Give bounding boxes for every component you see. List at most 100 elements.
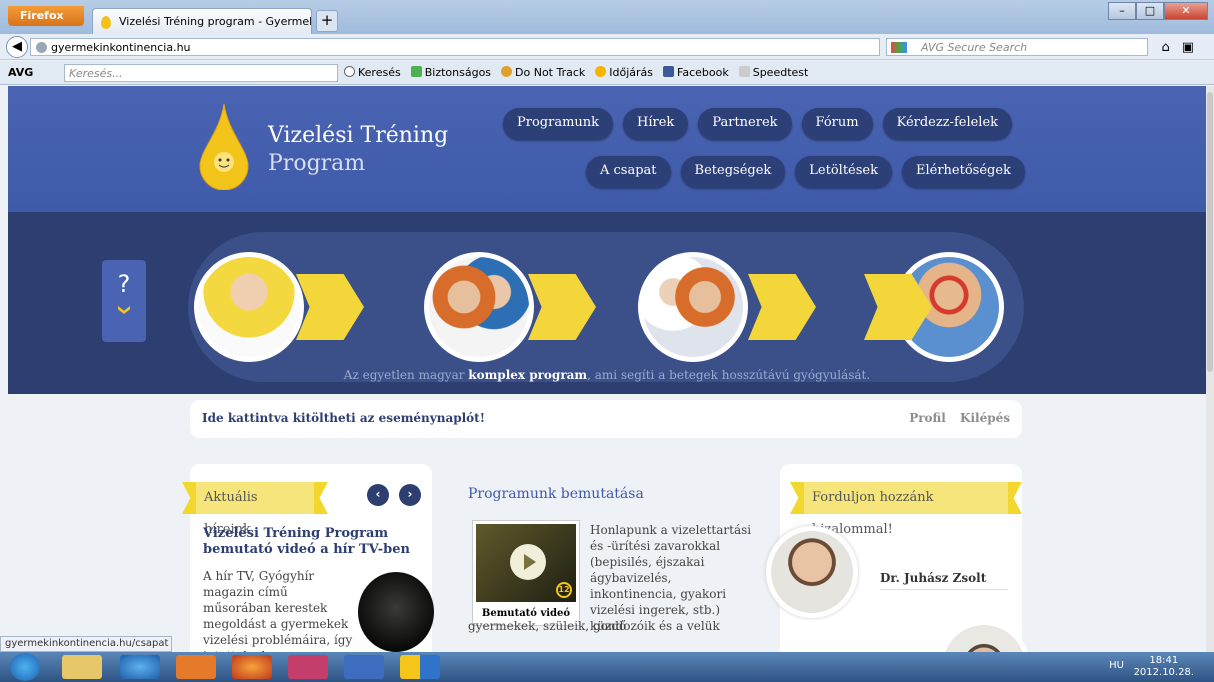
- bookmarks-icon[interactable]: ▣: [1182, 40, 1206, 55]
- main-nav-row2: A csapat Betegségek Letöltések Elérhetős…: [586, 156, 1025, 188]
- shield-icon: [410, 66, 422, 77]
- nav-hirek[interactable]: Hírek: [623, 108, 689, 140]
- explorer-icon[interactable]: [62, 655, 102, 679]
- security-shield-icon[interactable]: [400, 655, 440, 679]
- internet-explorer-icon[interactable]: [120, 655, 160, 679]
- language-indicator[interactable]: HU: [1109, 660, 1124, 671]
- program-text-continued: gyermekek, szüleik, gondozóik és a velük: [468, 619, 720, 633]
- nav-partnerek[interactable]: Partnerek: [698, 108, 792, 140]
- new-tab-button[interactable]: +: [316, 10, 338, 32]
- search-box[interactable]: AVG Secure Search: [886, 38, 1148, 56]
- news-text: A hír TV, Gyógyhír magazin című műsorába…: [203, 569, 353, 652]
- nav-letoltesek[interactable]: Letöltések: [795, 156, 892, 188]
- web-page: Vizelési Tréning Program Programunk Híre…: [8, 86, 1206, 652]
- logo-line1: Vizelési Tréning: [268, 123, 449, 148]
- logout-link[interactable]: Kilépés: [960, 411, 1010, 425]
- program-video[interactable]: 12 Bemutató videó: [472, 520, 580, 626]
- main-nav-row1: Programunk Hírek Partnerek Fórum Kérdezz…: [503, 108, 1013, 140]
- site-logo-text[interactable]: Vizelési Tréning Program: [268, 122, 448, 178]
- search-placeholder: AVG Secure Search: [921, 41, 1028, 54]
- address-bar[interactable]: gyermekinkontinencia.hu: [30, 38, 880, 56]
- url-text: gyermekinkontinencia.hu: [51, 41, 191, 54]
- word-icon[interactable]: [344, 655, 384, 679]
- play-icon[interactable]: [510, 544, 546, 580]
- question-icon: ?: [117, 270, 131, 298]
- event-log-bar: Ide kattintva kitöltheti az eseménynapló…: [190, 400, 1022, 438]
- nav-betegsegek[interactable]: Betegségek: [680, 156, 786, 188]
- navigation-bar: ◀ gyermekinkontinencia.hu AVG Secure Sea…: [0, 34, 1214, 60]
- firefox-icon[interactable]: [232, 655, 272, 679]
- toolbar-weather-button[interactable]: Időjárás: [595, 66, 653, 79]
- nav-a-csapat[interactable]: A csapat: [586, 156, 671, 188]
- doctor-child-photo: [638, 252, 748, 362]
- firefox-menu-button[interactable]: Firefox: [8, 6, 84, 26]
- tagline-bold: komplex program: [468, 368, 588, 382]
- status-bar-url: gyermekinkontinencia.hu/csapat: [0, 636, 172, 652]
- toolbar-items: Keresés Biztonságos Do Not Track Időjárá…: [344, 66, 808, 79]
- windows-taskbar: HU 18:41 2012.10.28.: [0, 652, 1214, 682]
- clock-time: 18:41: [1149, 655, 1179, 666]
- page-scrollbar[interactable]: [1206, 86, 1214, 652]
- toolbar-secure-button[interactable]: Biztonságos: [410, 66, 491, 79]
- event-log-link[interactable]: Ide kattintva kitöltheti az eseménynapló…: [202, 411, 485, 425]
- nav-icons: ⌂▣: [1161, 40, 1206, 55]
- window-controls: – □ ✕: [1108, 2, 1208, 20]
- nav-elerhetosegek[interactable]: Elérhetőségek: [901, 156, 1025, 188]
- journey-ribbon: [188, 232, 1024, 382]
- contact-tag: Forduljon hozzánk bizalommal!: [802, 482, 1010, 537]
- close-icon[interactable]: ✕: [1164, 2, 1208, 20]
- tab-title: Vizelési Tréning program - Gyermekinko..…: [119, 15, 312, 28]
- profile-link[interactable]: Profil: [909, 411, 946, 425]
- nav-kerdezz-felelek[interactable]: Kérdezz-felelek: [882, 108, 1013, 140]
- program-title: Programunk bemutatása: [468, 486, 644, 502]
- avg-logo[interactable]: AVG: [8, 66, 33, 79]
- browser-tab[interactable]: Vizelési Tréning program - Gyermekinko..…: [92, 8, 312, 34]
- parent-child-photo: [424, 252, 534, 362]
- search-engine-icon[interactable]: [891, 42, 907, 53]
- avg-toolbar: AVG Keresés... Keresés Biztonságos Do No…: [0, 61, 1214, 85]
- nav-programunk[interactable]: Programunk: [503, 108, 614, 140]
- doctor-name[interactable]: Dr. Juhász Zsolt: [880, 571, 1008, 590]
- drop-logo-icon[interactable]: [198, 102, 250, 190]
- arrow-icon: [296, 274, 364, 340]
- hero-banner: ? Az egyetlen magyar komplex program, am…: [8, 212, 1206, 394]
- media-player-icon[interactable]: [176, 655, 216, 679]
- arrow-icon: [528, 274, 596, 340]
- logo-line2: Program: [268, 151, 366, 176]
- toolbar-facebook-button[interactable]: Facebook: [663, 66, 729, 79]
- minimize-icon[interactable]: –: [1108, 2, 1136, 20]
- network-app-icon[interactable]: [288, 655, 328, 679]
- clock[interactable]: 18:41 2012.10.28.: [1134, 655, 1194, 679]
- clock-date: 2012.10.28.: [1133, 667, 1194, 678]
- news-title-link[interactable]: Vizelési Tréning Program bemutató videó …: [203, 526, 413, 558]
- news-video-thumbnail[interactable]: [358, 572, 434, 652]
- system-tray: HU: [1109, 660, 1124, 671]
- doctor-photo[interactable]: [766, 526, 858, 618]
- start-button-icon[interactable]: [10, 653, 40, 681]
- arrow-icon: [748, 274, 816, 340]
- site-identity-icon[interactable]: [36, 42, 47, 53]
- nav-forum[interactable]: Fórum: [801, 108, 873, 140]
- home-icon[interactable]: ⌂: [1161, 40, 1181, 55]
- toolbar-speedtest-button[interactable]: Speedtest: [738, 66, 808, 79]
- toolbar-dnt-button[interactable]: Do Not Track: [501, 66, 585, 79]
- chevron-down-icon: [118, 306, 130, 314]
- age-rating-badge: 12: [556, 582, 572, 598]
- help-toggle[interactable]: ?: [102, 260, 146, 342]
- maximize-icon[interactable]: □: [1136, 2, 1164, 20]
- video-screen: 12: [476, 524, 576, 602]
- weather-icon: [595, 66, 607, 77]
- toolbar-search-input[interactable]: Keresés...: [64, 64, 338, 82]
- news-next-button[interactable]: ›: [399, 484, 421, 506]
- news-tag: Aktuális híreink: [194, 482, 316, 537]
- child-sitting-photo: [194, 252, 304, 362]
- toolbar-search-button[interactable]: Keresés: [344, 66, 401, 79]
- window-titlebar: Firefox Vizelési Tréning program - Gyerm…: [0, 0, 1214, 34]
- favicon-icon: [101, 16, 111, 29]
- tagline: Az egyetlen magyar komplex program, ami …: [343, 368, 871, 382]
- dnt-icon: [501, 66, 513, 77]
- scrollbar-thumb[interactable]: [1207, 92, 1213, 372]
- speedtest-icon: [738, 66, 750, 77]
- news-prev-button[interactable]: ‹: [367, 484, 389, 506]
- back-arrow-icon[interactable]: ◀: [6, 36, 28, 58]
